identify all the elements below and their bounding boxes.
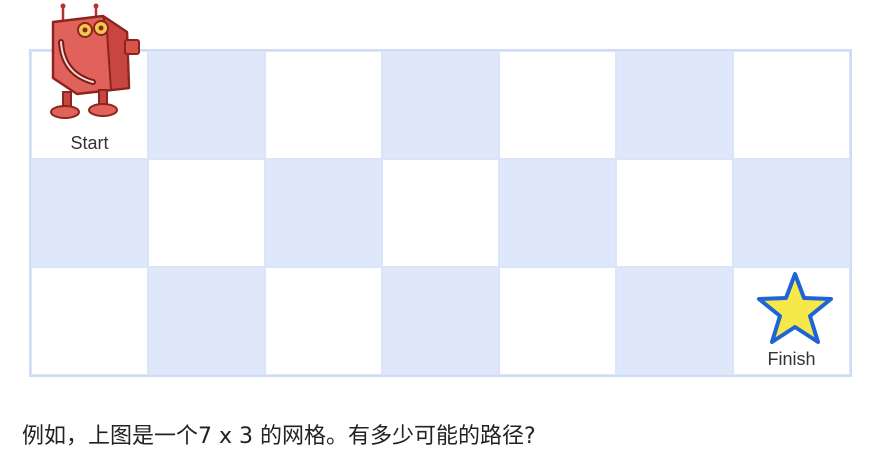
grid-cell xyxy=(733,159,850,267)
grid-cell xyxy=(265,51,382,159)
grid-cell xyxy=(382,51,499,159)
finish-label: Finish xyxy=(767,349,816,369)
grid-cell xyxy=(382,159,499,267)
grid-cell xyxy=(499,51,616,159)
problem-caption: 例如，上图是一个7 x 3 的网格。有多少可能的路径? xyxy=(22,424,536,449)
grid-cell xyxy=(31,159,148,267)
grid-cell xyxy=(31,267,148,375)
grid-cell xyxy=(148,51,265,159)
grid-cell xyxy=(148,159,265,267)
grid-board: Start Finish xyxy=(29,49,852,377)
grid-cell xyxy=(265,267,382,375)
start-label: Start xyxy=(70,133,109,153)
grid-cell xyxy=(382,267,499,375)
robot-icon xyxy=(50,3,140,119)
grid-cell xyxy=(616,51,733,159)
grid-cell xyxy=(499,267,616,375)
grid-cell xyxy=(616,267,733,375)
grid-cell xyxy=(499,159,616,267)
grid-cell xyxy=(148,267,265,375)
grid-cell xyxy=(616,159,733,267)
grid-cell xyxy=(265,159,382,267)
grid-cell xyxy=(733,51,850,159)
star-icon xyxy=(757,272,833,344)
